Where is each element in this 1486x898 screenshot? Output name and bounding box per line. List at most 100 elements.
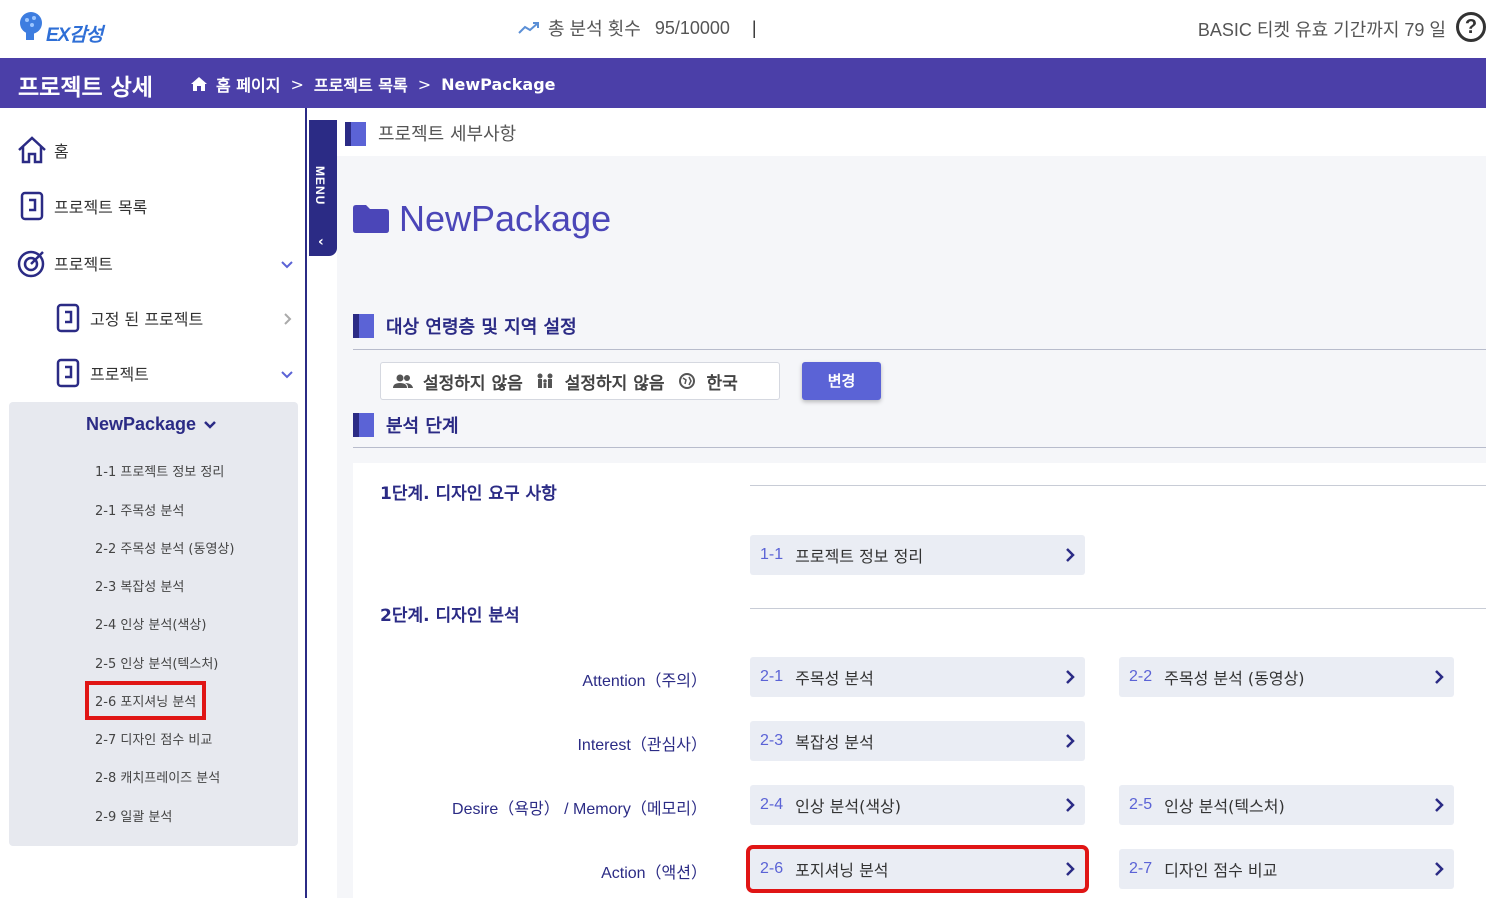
stage-1-title: 1단계. 디자인 요구 사항 xyxy=(380,484,557,504)
globe-icon xyxy=(678,373,695,389)
step-label: 주목성 분석 xyxy=(795,669,874,688)
sidebar: 홈 프로젝트 목록 프로젝트 고정 된 프로젝트 프로젝트 NewPackage… xyxy=(0,108,307,898)
sidebar-link-2-9[interactable]: 2-9 일괄 분석 xyxy=(95,806,172,825)
project-name: NewPackage xyxy=(399,198,612,239)
divider xyxy=(353,447,1486,448)
main-content: 프로젝트 세부사항 NewPackage 대상 연령층 및 지역 설정 설정하지… xyxy=(337,108,1486,898)
home-outline-icon xyxy=(18,136,46,164)
chevron-right-icon xyxy=(1066,734,1075,748)
step-code: 2-4 xyxy=(760,796,784,813)
step-label: 인상 분석(텍스처) xyxy=(1164,797,1285,816)
target-setting-header: 대상 연령층 및 지역 설정 xyxy=(353,313,577,339)
breadcrumb-separator: > xyxy=(417,74,432,94)
chevron-right-icon xyxy=(1066,862,1075,876)
sidebar-item-label: 프로젝트 xyxy=(90,365,149,384)
sidebar-link-2-4[interactable]: 2-4 인상 분석(색상) xyxy=(95,614,206,633)
divider: | xyxy=(751,17,757,38)
step-label: 주목성 분석 (동영상) xyxy=(1164,669,1305,688)
row-label-action: Action（액션） xyxy=(601,865,707,882)
row-label-interest: Interest（관심사） xyxy=(577,737,707,754)
sidebar-link-2-8[interactable]: 2-8 캐치프레이즈 분석 xyxy=(95,767,220,786)
sidebar-item-project-list[interactable]: 프로젝트 목록 xyxy=(16,190,147,222)
analysis-stage-header: 분석 단계 xyxy=(353,412,459,438)
sidebar-link-2-1[interactable]: 2-1 주목성 분석 xyxy=(95,500,184,519)
step-2-5-button[interactable]: 2-5 인상 분석(텍스처) xyxy=(1119,785,1454,825)
sidebar-link-2-6[interactable]: 2-6 포지셔닝 분석 xyxy=(84,681,207,720)
sidebar-link-1-1[interactable]: 1-1 프로젝트 정보 정리 xyxy=(95,461,224,480)
step-1-1-button[interactable]: 1-1 프로젝트 정보 정리 xyxy=(750,535,1085,575)
step-code: 2-7 xyxy=(1129,860,1153,877)
help-icon[interactable]: ? xyxy=(1456,12,1486,42)
brain-head-icon xyxy=(20,12,42,40)
page-header: 프로젝트 상세 홈 페이지 > 프로젝트 목록 > NewPackage xyxy=(0,58,1486,108)
row-label-desire-memory: Desire（욕망） / Memory（메모리） xyxy=(452,801,707,818)
chevron-right-icon xyxy=(1066,670,1075,684)
project-title: NewPackage xyxy=(353,198,611,240)
menu-label: MENU xyxy=(313,166,327,206)
chevron-right-icon xyxy=(1435,862,1444,876)
breadcrumb-separator: > xyxy=(290,74,304,94)
sidebar-item-home[interactable]: 홈 xyxy=(16,134,69,166)
change-button[interactable]: 변경 xyxy=(802,362,881,400)
analysis-count: 총 분석 횟수 95/10000 | xyxy=(518,14,757,42)
section-marker-icon xyxy=(353,314,374,338)
analysis-stage-card: 1단계. 디자인 요구 사항 1-1 프로젝트 정보 정리 2단계. 디자인 분… xyxy=(353,463,1486,898)
sidebar-link-2-2[interactable]: 2-2 주목성 분석 (동영상) xyxy=(95,538,234,557)
package-toggle[interactable]: NewPackage xyxy=(86,414,216,435)
document-icon xyxy=(20,191,44,221)
step-2-7-button[interactable]: 2-7 디자인 점수 비교 xyxy=(1119,849,1454,889)
chevron-down-icon[interactable] xyxy=(280,258,294,272)
document-icon xyxy=(56,358,80,388)
step-label: 인상 분석(색상) xyxy=(795,797,902,816)
target-summary: 설정하지 않음 설정하지 않음 한국 xyxy=(380,362,780,400)
section-header: 프로젝트 세부사항 xyxy=(337,108,1486,156)
chevron-down-icon xyxy=(204,420,216,429)
page-title: 프로젝트 상세 xyxy=(18,75,153,101)
divider xyxy=(750,608,1486,609)
section-marker-icon xyxy=(345,122,366,146)
step-2-2-button[interactable]: 2-2 주목성 분석 (동영상) xyxy=(1119,657,1454,697)
divider xyxy=(353,349,1486,350)
folder-icon xyxy=(353,205,389,233)
sidebar-link-2-5[interactable]: 2-5 인상 분석(텍스처) xyxy=(95,653,218,672)
step-code: 1-1 xyxy=(760,546,784,563)
step-code: 2-2 xyxy=(1129,668,1153,685)
analysis-count-value: 95/10000 xyxy=(654,17,730,38)
gender-value: 설정하지 않음 xyxy=(423,373,523,394)
breadcrumb-home[interactable]: 홈 페이지 xyxy=(216,72,280,96)
sidebar-item-project[interactable]: 프로젝트 xyxy=(16,247,113,279)
step-label: 포지셔닝 분석 xyxy=(795,861,889,880)
step-2-4-button[interactable]: 2-4 인상 분석(색상) xyxy=(750,785,1085,825)
step-2-3-button[interactable]: 2-3 복잡성 분석 xyxy=(750,721,1085,761)
logo-text: EX감성 xyxy=(46,25,103,46)
document-icon xyxy=(56,303,80,333)
age-value: 설정하지 않음 xyxy=(564,373,665,394)
sidebar-item-label: 고정 된 프로젝트 xyxy=(90,310,204,329)
sidebar-item-project-sub[interactable]: 프로젝트 xyxy=(52,357,149,389)
menu-collapse-tab[interactable]: MENU ‹ xyxy=(309,120,337,256)
step-2-6-button[interactable]: 2-6 포지셔닝 분석 xyxy=(746,845,1089,893)
home-icon xyxy=(191,77,207,91)
step-2-1-button[interactable]: 2-1 주목성 분석 xyxy=(750,657,1085,697)
ex-logo[interactable]: EX감성 xyxy=(18,10,110,46)
chevron-right-icon xyxy=(1435,798,1444,812)
chevron-right-icon xyxy=(1066,798,1075,812)
top-bar: EX감성 총 분석 횟수 95/10000 | BASIC 티켓 유효 기간까지… xyxy=(0,0,1486,58)
chevron-right-icon[interactable] xyxy=(280,312,294,326)
breadcrumb: 홈 페이지 > 프로젝트 목록 > NewPackage xyxy=(190,72,556,96)
chevron-right-icon xyxy=(1435,670,1444,684)
sidebar-link-2-7[interactable]: 2-7 디자인 점수 비교 xyxy=(95,729,212,748)
sidebar-item-label: 프로젝트 목록 xyxy=(54,198,148,217)
sidebar-item-label: 홈 xyxy=(54,142,69,161)
chevron-down-icon[interactable] xyxy=(280,368,294,382)
sidebar-item-fixed-projects[interactable]: 고정 된 프로젝트 xyxy=(52,302,203,334)
breadcrumb-project-list[interactable]: 프로젝트 목록 xyxy=(314,72,408,96)
chevron-right-icon xyxy=(1066,548,1075,562)
section-title: 프로젝트 세부사항 xyxy=(378,124,517,145)
sidebar-link-2-3[interactable]: 2-3 복잡성 분석 xyxy=(95,576,184,595)
package-name: NewPackage xyxy=(86,414,197,434)
group-icon xyxy=(393,374,413,388)
trend-icon xyxy=(518,22,539,34)
analysis-count-label: 총 분석 횟수 xyxy=(548,19,641,39)
family-icon xyxy=(537,373,553,388)
